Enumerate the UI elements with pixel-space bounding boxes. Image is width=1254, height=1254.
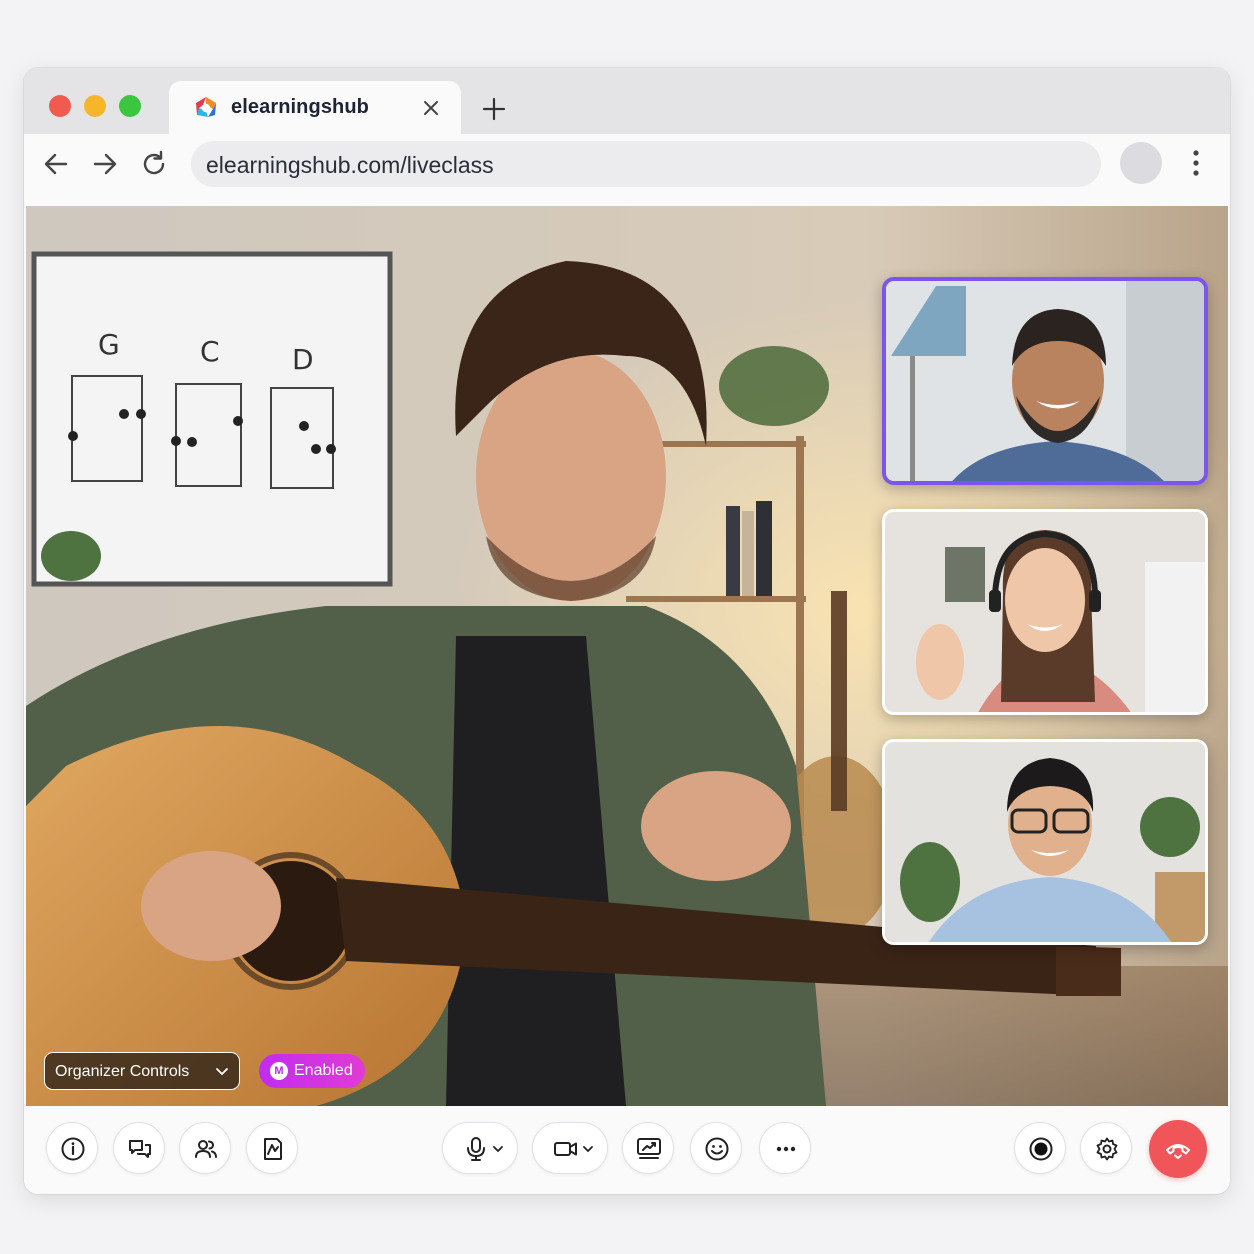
tab-bar: elearningshub: [24, 68, 1230, 134]
minimize-window-button[interactable]: [84, 95, 106, 117]
back-arrow-icon[interactable]: [41, 149, 71, 179]
url-text: elearningshub.com/liveclass: [206, 152, 494, 178]
chord-label-g: G: [98, 328, 120, 361]
maximize-window-button[interactable]: [119, 95, 141, 117]
reload-icon[interactable]: [139, 149, 169, 179]
navigation-bar: elearningshub.com/liveclass: [24, 134, 1230, 206]
meeting-toolbar: [24, 1106, 1230, 1194]
organizer-controls-dropdown[interactable]: Organizer Controls: [44, 1052, 240, 1090]
more-icon: [776, 1146, 796, 1152]
end-call-icon: [1166, 1144, 1190, 1159]
microphone-button[interactable]: [442, 1122, 518, 1174]
chevron-down-icon: [216, 1068, 228, 1076]
more-options-button[interactable]: [759, 1122, 811, 1174]
reactions-button[interactable]: [690, 1122, 742, 1174]
enabled-status-badge: M Enabled: [259, 1054, 365, 1088]
end-call-button[interactable]: [1149, 1120, 1207, 1178]
close-window-button[interactable]: [49, 95, 71, 117]
participant-tile-2[interactable]: [882, 509, 1208, 715]
settings-button[interactable]: [1080, 1122, 1132, 1174]
browser-tab[interactable]: elearningshub: [169, 81, 461, 134]
chat-icon: [129, 1140, 151, 1158]
participant-tile-3[interactable]: [882, 739, 1208, 945]
browser-window: elearningshub elearningshub.com/liveclas…: [24, 68, 1230, 1194]
share-screen-button[interactable]: [622, 1122, 674, 1174]
participant-video-3: [885, 742, 1205, 942]
camera-options-chevron-icon[interactable]: [582, 1144, 594, 1154]
close-tab-icon[interactable]: [421, 98, 441, 118]
browser-menu-icon[interactable]: [1184, 148, 1208, 178]
address-bar[interactable]: elearningshub.com/liveclass: [191, 141, 1101, 187]
new-tab-icon[interactable]: [482, 97, 506, 121]
camera-icon: [554, 1142, 577, 1156]
participant-tile-1[interactable]: [882, 277, 1208, 485]
share-screen-icon: [637, 1138, 661, 1159]
whiteboard-button[interactable]: [246, 1122, 298, 1174]
record-button[interactable]: [1014, 1122, 1066, 1174]
live-class-stage: G C D Organizer Controls M Enabled: [26, 206, 1228, 1106]
gear-icon: [1096, 1137, 1118, 1161]
camera-button[interactable]: [532, 1122, 608, 1174]
organizer-controls-label: Organizer Controls: [55, 1063, 190, 1080]
whiteboard-icon: [264, 1138, 282, 1160]
participants-icon: [195, 1140, 217, 1158]
participant-video-1: [886, 281, 1204, 481]
info-icon: [61, 1137, 85, 1161]
badge-m-icon: M: [270, 1062, 288, 1080]
enabled-label: Enabled: [294, 1062, 353, 1079]
chord-label-d: D: [292, 343, 314, 376]
microphone-icon: [467, 1137, 485, 1161]
forward-arrow-icon[interactable]: [90, 149, 120, 179]
tab-title: elearningshub: [231, 96, 369, 118]
chord-label-c: C: [200, 335, 220, 368]
participant-video-2: [885, 512, 1205, 712]
profile-avatar[interactable]: [1120, 142, 1162, 184]
participants-button[interactable]: [179, 1122, 231, 1174]
record-icon: [1029, 1137, 1053, 1161]
microphone-options-chevron-icon[interactable]: [492, 1144, 504, 1154]
elearningshub-logo-icon: [196, 97, 216, 117]
info-button[interactable]: [46, 1122, 98, 1174]
chat-button[interactable]: [113, 1122, 165, 1174]
emoji-icon: [705, 1137, 729, 1161]
